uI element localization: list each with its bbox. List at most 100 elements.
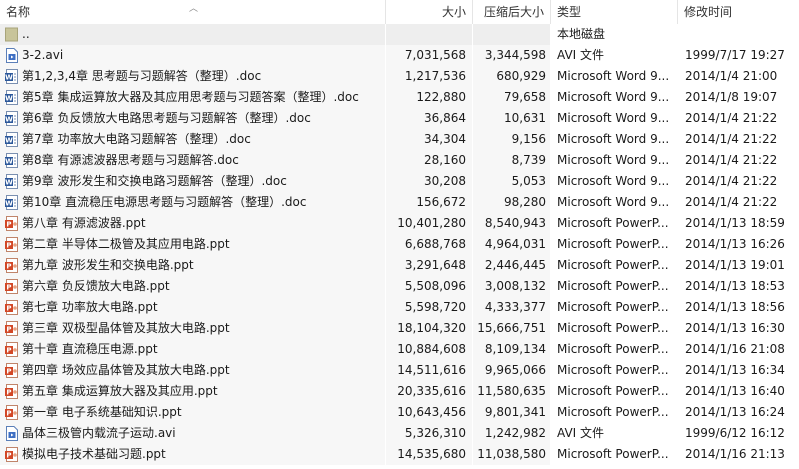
file-type: Microsoft PowerP...	[557, 363, 669, 377]
file-modified: 1999/7/17 19:27	[685, 48, 785, 62]
file-size: 14,511,616	[386, 360, 472, 381]
file-row[interactable]: P 模拟电子技术基础习题.ppt 14,535,680 11,038,580 Micro…	[0, 444, 799, 465]
file-name: 第二章 半导体二极管及其应用电路.ppt	[22, 237, 230, 251]
svg-text:W: W	[5, 74, 13, 82]
file-size: 28,160	[386, 150, 472, 171]
file-type: Microsoft PowerP...	[557, 321, 669, 335]
word-doc-icon: W	[5, 153, 18, 168]
file-type: AVI 文件	[557, 426, 605, 440]
file-name-cell: W 第8章 有源滤波器思考题与习题解答.doc	[0, 150, 385, 171]
file-name-cell: P 第四章 场效应晶体管及其放大电路.ppt	[0, 360, 385, 381]
parent-folder-row[interactable]: .. 本地磁盘	[0, 24, 799, 45]
file-compressed-size: 8,739	[473, 150, 550, 171]
file-name: 第7章 功率放大电路习题解答（整理）.doc	[22, 132, 251, 146]
svg-text:P: P	[6, 389, 11, 397]
file-size: 156,672	[386, 192, 472, 213]
file-type: Microsoft PowerP...	[557, 405, 669, 419]
file-row[interactable]: W 第10章 直流稳压电源思考题与习题解答（整理）.doc 156,672 98,28…	[0, 192, 799, 213]
svg-text:W: W	[5, 179, 13, 187]
file-modified: 2014/1/13 16:26	[685, 237, 785, 251]
file-size: 18,104,320	[386, 318, 472, 339]
file-name: 第10章 直流稳压电源思考题与习题解答（整理）.doc	[22, 195, 307, 209]
file-modified: 2014/1/4 21:22	[685, 111, 778, 125]
file-row[interactable]: P 第二章 半导体二极管及其应用电路.ppt 6,688,768 4,964,031 M…	[0, 234, 799, 255]
file-compressed-size: 3,008,132	[473, 276, 550, 297]
file-modified: 2014/1/16 21:08	[685, 342, 785, 356]
file-size: 1,217,536	[386, 66, 472, 87]
file-type: Microsoft Word 9...	[557, 132, 670, 146]
svg-text:P: P	[6, 326, 11, 334]
file-name-cell: P 第三章 双极型晶体管及其放大电路.ppt	[0, 318, 385, 339]
svg-text:P: P	[6, 305, 11, 313]
powerpoint-icon: P	[5, 342, 18, 357]
file-name-cell: P 第八章 有源滤波器.ppt	[0, 213, 385, 234]
powerpoint-icon: P	[5, 321, 18, 336]
file-row[interactable]: P 第五章 集成运算放大器及其应用.ppt 20,335,616 11,580,635…	[0, 381, 799, 402]
file-compressed-size: 9,965,066	[473, 360, 550, 381]
file-row[interactable]: W 第7章 功率放大电路习题解答（整理）.doc 34,304 9,156 Micros…	[0, 129, 799, 150]
file-name: 晶体三极管内载流子运动.avi	[22, 426, 176, 440]
file-compressed-size: 8,540,943	[473, 213, 550, 234]
file-name-cell: W 第1,2,3,4章 思考题与习题解答（整理）.doc	[0, 66, 385, 87]
file-row[interactable]: 晶体三极管内载流子运动.avi 5,326,310 1,242,982 AVI 文件 1…	[0, 423, 799, 444]
file-row[interactable]: P 第四章 场效应晶体管及其放大电路.ppt 14,511,616 9,965,066…	[0, 360, 799, 381]
column-header-compressed-size[interactable]: 压缩后大小	[473, 0, 551, 24]
file-row[interactable]: W 第1,2,3,4章 思考题与习题解答（整理）.doc 1,217,536 680,…	[0, 66, 799, 87]
video-file-icon	[6, 426, 18, 441]
file-compressed-size: 98,280	[473, 192, 550, 213]
video-file-icon	[6, 48, 18, 63]
svg-text:W: W	[5, 95, 13, 103]
file-type: Microsoft PowerP...	[557, 279, 669, 293]
file-name: 3-2.avi	[22, 48, 64, 62]
column-header-size[interactable]: 大小	[386, 0, 473, 24]
column-header-name-label: 名称	[6, 5, 31, 19]
file-row[interactable]: W 第8章 有源滤波器思考题与习题解答.doc 28,160 8,739 Microso…	[0, 150, 799, 171]
file-row[interactable]: W 第6章 负反馈放大电路思考题与习题解答（整理）.doc 36,864 10,631…	[0, 108, 799, 129]
file-name: 第8章 有源滤波器思考题与习题解答.doc	[22, 153, 239, 167]
svg-text:P: P	[6, 242, 11, 250]
file-row[interactable]: W 第5章 集成运算放大器及其应用思考题与习题答案（整理）.doc 122,880 7…	[0, 87, 799, 108]
column-header-type[interactable]: 类型	[551, 0, 678, 24]
file-row[interactable]: P 第十章 直流稳压电源.ppt 10,884,608 8,109,134 Micros…	[0, 339, 799, 360]
file-modified: 2014/1/4 21:22	[685, 132, 778, 146]
file-modified: 2014/1/13 18:56	[685, 300, 785, 314]
file-name: 第四章 场效应晶体管及其放大电路.ppt	[22, 363, 230, 377]
file-row[interactable]: P 第一章 电子系统基础知识.ppt 10,643,456 9,801,341 Micr…	[0, 402, 799, 423]
file-compressed-size: 680,929	[473, 66, 550, 87]
svg-text:W: W	[5, 158, 13, 166]
file-row[interactable]: P 第八章 有源滤波器.ppt 10,401,280 8,540,943 Microso…	[0, 213, 799, 234]
file-name-cell: P 模拟电子技术基础习题.ppt	[0, 444, 385, 465]
column-header-bar: 名称 ︿ 大小 压缩后大小 类型 修改时间	[0, 0, 799, 24]
file-row[interactable]: P 第七章 功率放大电路.ppt 5,598,720 4,333,377 Microso…	[0, 297, 799, 318]
svg-text:P: P	[6, 263, 11, 271]
svg-text:P: P	[6, 284, 11, 292]
file-name-cell: W 第6章 负反馈放大电路思考题与习题解答（整理）.doc	[0, 108, 385, 129]
file-row[interactable]: P 第九章 波形发生和交换电路.ppt 3,291,648 2,446,445 Micr…	[0, 255, 799, 276]
file-compressed-size: 9,156	[473, 129, 550, 150]
column-header-name[interactable]: 名称 ︿	[0, 0, 386, 24]
file-row[interactable]: 3-2.avi 7,031,568 3,344,598 AVI 文件 1999/7/17…	[0, 45, 799, 66]
file-row[interactable]: P 第六章 负反馈放大电路.ppt 5,508,096 3,008,132 Micros…	[0, 276, 799, 297]
folder-icon	[5, 27, 18, 42]
file-name: 第一章 电子系统基础知识.ppt	[22, 405, 182, 419]
file-compressed-size: 4,333,377	[473, 297, 550, 318]
file-name: 第三章 双极型晶体管及其放大电路.ppt	[22, 321, 230, 335]
parent-folder-compressed	[473, 24, 550, 45]
file-modified: 2014/1/13 18:53	[685, 279, 785, 293]
file-row[interactable]: P 第三章 双极型晶体管及其放大电路.ppt 18,104,320 15,666,75…	[0, 318, 799, 339]
file-modified: 2014/1/16 21:13	[685, 447, 785, 461]
file-modified: 2014/1/13 16:24	[685, 405, 785, 419]
file-modified: 2014/1/8 19:07	[685, 90, 778, 104]
file-name: 第五章 集成运算放大器及其应用.ppt	[22, 384, 218, 398]
file-size: 10,643,456	[386, 402, 472, 423]
file-name: 第1,2,3,4章 思考题与习题解答（整理）.doc	[22, 69, 262, 83]
file-name-cell: 3-2.avi	[0, 45, 385, 66]
column-header-modified[interactable]: 修改时间	[678, 0, 799, 24]
parent-folder-date	[678, 24, 799, 45]
file-name: 第八章 有源滤波器.ppt	[22, 216, 146, 230]
file-type: Microsoft Word 9...	[557, 90, 670, 104]
file-size: 10,401,280	[386, 213, 472, 234]
word-doc-icon: W	[5, 69, 18, 84]
file-row[interactable]: W 第9章 波形发生和交换电路习题解答（整理）.doc 30,208 5,053 Mic…	[0, 171, 799, 192]
parent-folder-name-cell: ..	[0, 24, 385, 45]
